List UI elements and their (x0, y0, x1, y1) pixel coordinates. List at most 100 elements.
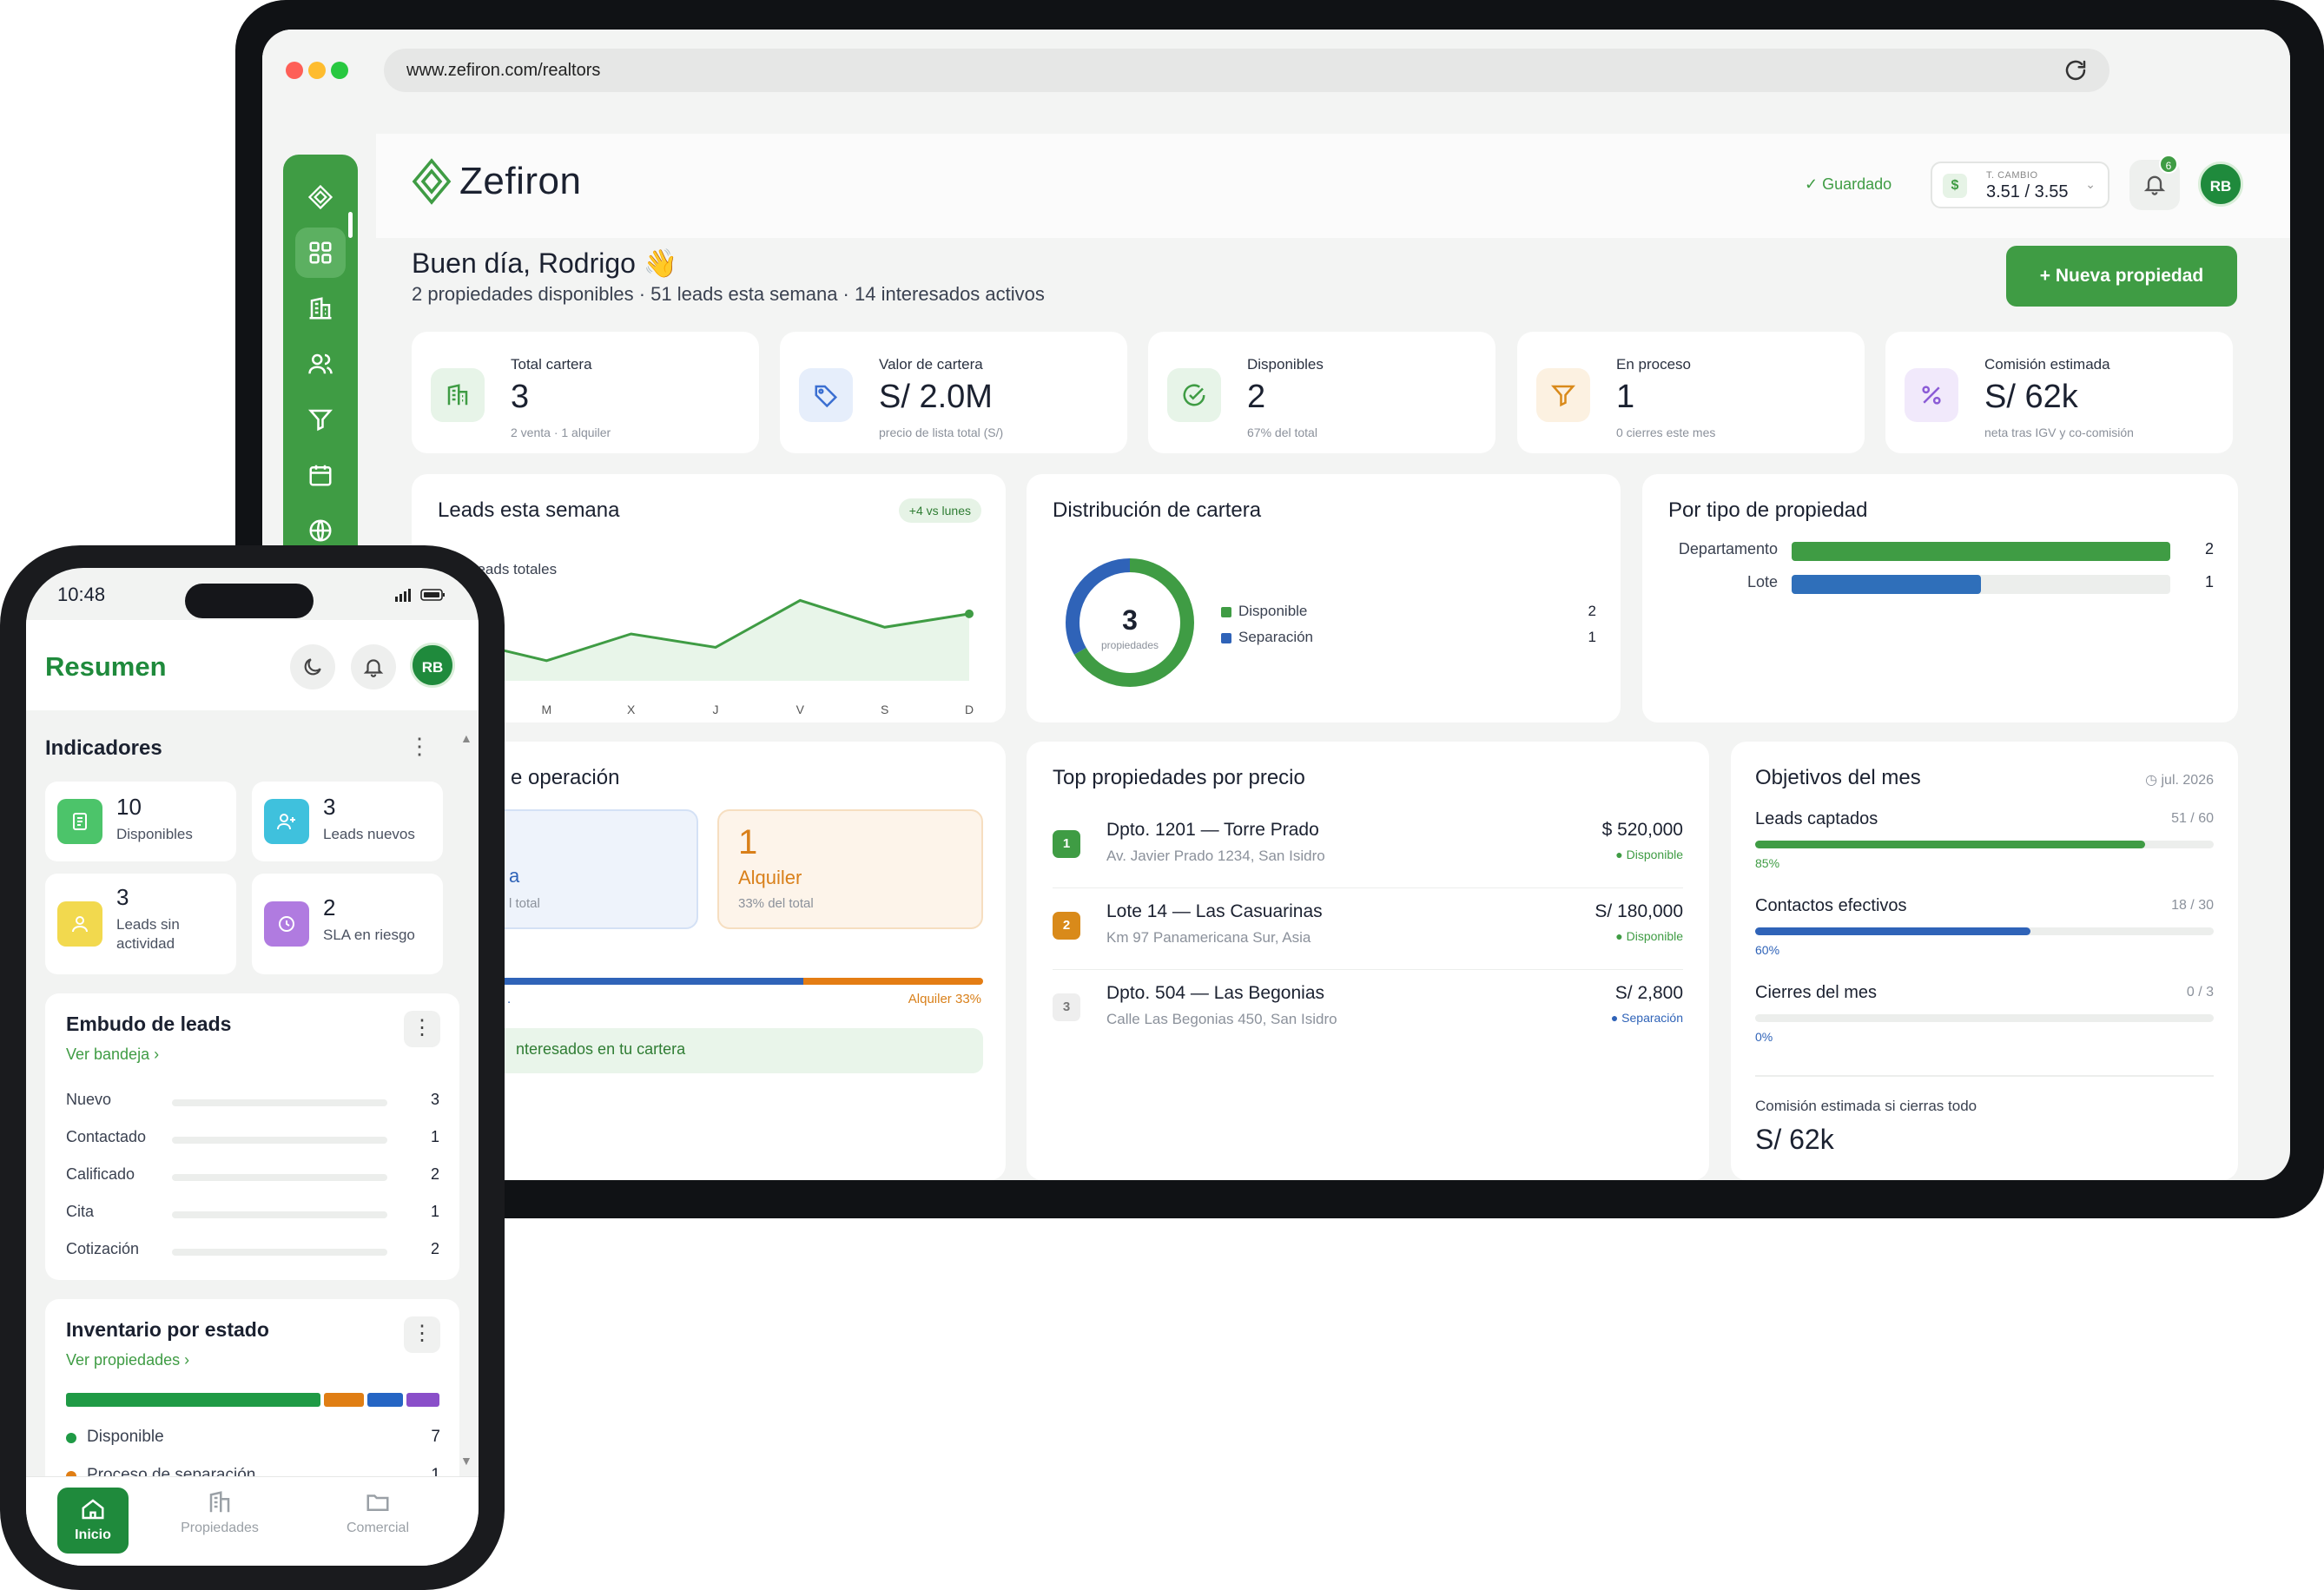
kpi-card-commission[interactable]: Comisión estimada S/ 62k neta tras IGV y… (1885, 332, 2233, 453)
donut-center-value: 3 (1122, 604, 1138, 636)
interested-banner[interactable]: nteresados en tu cartera (438, 1028, 983, 1073)
property-price: S/ 180,000 (1594, 901, 1683, 921)
sale-box-label: a (509, 865, 520, 887)
funnel-stage-label: Cotización (66, 1240, 140, 1257)
funnel-row[interactable]: Calificado 2 (66, 1165, 439, 1186)
indicator-tile-available[interactable]: 10 Disponibles (45, 782, 236, 861)
top-property-row[interactable]: 2 Lote 14 — Las Casuarinas Km 97 Panameric… (1053, 896, 1683, 970)
goal-percent: 60% (1755, 943, 1780, 957)
view-inbox-link[interactable]: Ver bandeja › (66, 1046, 159, 1064)
property-status: ● Disponible (1615, 929, 1683, 943)
saved-status: ✓ Guardado (1805, 175, 1892, 193)
funnel-row[interactable]: Contactado 1 (66, 1128, 439, 1149)
indicator-tile-sla-risk[interactable]: 2 SLA en riesgo (252, 874, 443, 974)
clock-icon (264, 901, 309, 947)
funnel-row[interactable]: Nuevo 3 (66, 1091, 439, 1112)
check-circle-icon (1167, 368, 1221, 422)
user-avatar[interactable]: RB (410, 643, 455, 688)
top-property-row[interactable]: 1 Dpto. 1201 — Torre Prado Av. Javier Prad… (1053, 815, 1683, 888)
dollar-icon: $ (1943, 174, 1967, 198)
kpi-label: Total cartera (511, 356, 592, 373)
desktop-screen: www.zefiron.com/realtors Zefiron ✓ Guard… (262, 30, 2290, 1180)
more-options-icon[interactable]: ⋮ (404, 1316, 440, 1353)
indicator-tile-new-leads[interactable]: 3 Leads nuevos (252, 782, 443, 861)
phone-header: Resumen RB (26, 620, 479, 710)
address-bar[interactable]: www.zefiron.com/realtors (384, 49, 2109, 92)
sidebar-item-dashboard[interactable] (295, 228, 346, 278)
kpi-value: 2 (1247, 379, 1266, 415)
property-address: Av. Javier Prado 1234, San Isidro (1106, 848, 1325, 864)
notifications-button[interactable] (351, 644, 396, 689)
tab-inicio[interactable]: Inicio (57, 1488, 129, 1554)
inventory-segment (323, 1393, 364, 1407)
tab-comercial[interactable]: Comercial (330, 1489, 426, 1536)
inventory-segment (66, 1393, 320, 1407)
goal-label: Cierres del mes (1755, 983, 1878, 1002)
kpi-card-available[interactable]: Disponibles 2 67% del total (1148, 332, 1495, 453)
reload-icon[interactable] (2063, 57, 2089, 83)
inventory-status-card: Inventario por estado ⋮ Ver propiedades … (45, 1299, 459, 1499)
kpi-card-value[interactable]: Valor de cartera S/ 2.0M precio de lista… (780, 332, 1127, 453)
scroll-down-arrow[interactable]: ▼ (460, 1454, 472, 1468)
chevron-down-icon: ⌄ (2085, 177, 2096, 191)
new-property-button[interactable]: + Nueva propiedad (2006, 246, 2237, 307)
exchange-rate-value: 3.51 / 3.55 (1986, 182, 2069, 201)
goal-progress-fill (1755, 841, 2145, 848)
kpi-subtitle: 2 venta · 1 alquiler (511, 426, 611, 439)
logo-icon[interactable] (295, 172, 346, 222)
top-property-row[interactable]: 3 Dpto. 504 — Las Begonias Calle Las Begon… (1053, 978, 1683, 1039)
indicator-tile-inactive-leads[interactable]: 3 Leads sin actividad (45, 874, 236, 974)
funnel-stage-value: 1 (430, 1203, 439, 1220)
add-user-icon (264, 799, 309, 844)
funnel-row[interactable]: Cotización 2 (66, 1240, 439, 1261)
status-time: 10:48 (57, 584, 106, 605)
maximize-window-button[interactable] (331, 62, 348, 79)
inventory-segment (406, 1393, 439, 1407)
view-properties-link[interactable]: Ver propiedades › (66, 1351, 189, 1369)
user-avatar[interactable]: RB (2198, 162, 2243, 207)
more-options-icon[interactable]: ⋮ (408, 733, 431, 760)
leads-area (462, 600, 969, 681)
bar-category-label: Lote (1746, 573, 1778, 590)
sidebar-item-calendar[interactable] (295, 450, 346, 500)
scroll-up-arrow[interactable]: ▲ (460, 731, 472, 745)
kpi-subtitle: 0 cierres este mes (1616, 426, 1716, 439)
goal-value: 51 / 60 (2171, 811, 2214, 826)
sidebar-scrollbar[interactable] (348, 212, 353, 238)
x-tick-label: M (541, 703, 551, 716)
url-text[interactable]: www.zefiron.com/realtors (406, 61, 600, 81)
tile-label: Disponibles (116, 826, 193, 842)
document-icon (57, 799, 102, 844)
tab-propiedades[interactable]: Propiedades (172, 1489, 267, 1536)
tile-label: Leads sin actividad (116, 916, 180, 952)
building-icon (209, 1491, 230, 1513)
kpi-subtitle: precio de lista total (S/) (879, 426, 1004, 439)
sidebar-item-properties[interactable] (295, 283, 346, 333)
globe-icon (309, 519, 332, 542)
commission-label: Comisión estimada si cierras todo (1755, 1098, 1977, 1114)
legend-value: 2 (1588, 603, 1596, 619)
tab-label: Inicio (75, 1527, 111, 1542)
funnel-row[interactable]: Cita 1 (66, 1203, 439, 1224)
brand-name: Zefiron (459, 160, 582, 202)
x-tick-label: S (881, 703, 888, 716)
theme-toggle-button[interactable] (290, 644, 335, 689)
goal-progress-track (1755, 1014, 2214, 1022)
kpi-value: S/ 2.0M (879, 379, 993, 415)
minimize-window-button[interactable] (308, 62, 326, 79)
kpi-value: 3 (511, 379, 530, 415)
kpi-card-in-process[interactable]: En proceso 1 0 cierres este mes (1517, 332, 1865, 453)
sidebar-item-contacts[interactable] (295, 339, 346, 389)
monthly-goals-card: Objetivos del mes ◷ jul. 2026 Leads capt… (1731, 742, 2238, 1180)
donut-center-label: propiedades (1100, 639, 1159, 651)
rent-box[interactable]: 1 Alquiler 33% del total (717, 809, 983, 929)
funnel-stage-label: Calificado (66, 1165, 135, 1183)
kpi-card-total[interactable]: Total cartera 3 2 venta · 1 alquiler (412, 332, 759, 453)
tab-label: Propiedades (181, 1521, 259, 1535)
sidebar-item-funnel[interactable] (295, 394, 346, 445)
funnel-stage-label: Cita (66, 1203, 95, 1220)
exchange-rate-selector[interactable]: $ T. CAMBIO 3.51 / 3.55 ⌄ (1931, 162, 2109, 208)
bell-icon (2143, 175, 2166, 195)
more-options-icon[interactable]: ⋮ (404, 1011, 440, 1047)
close-window-button[interactable] (286, 62, 303, 79)
